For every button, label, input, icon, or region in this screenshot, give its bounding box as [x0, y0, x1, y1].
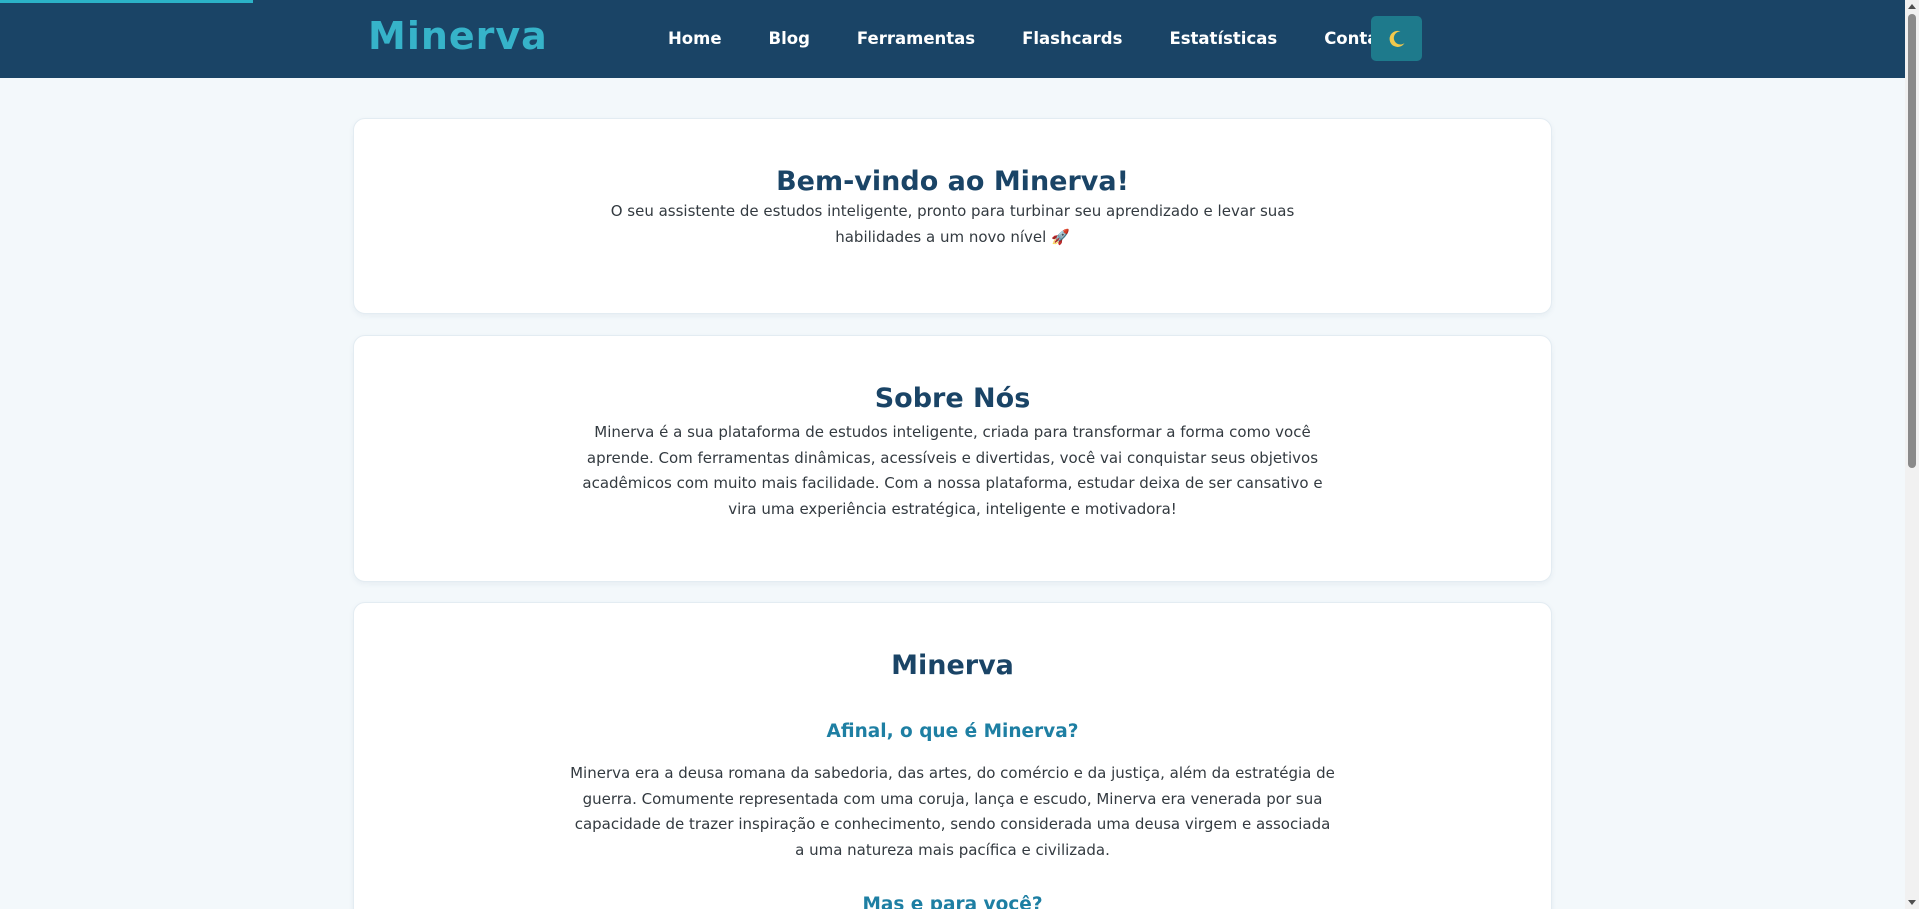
- about-text: Minerva é a sua plataforma de estudos in…: [582, 423, 1323, 518]
- welcome-text: O seu assistente de estudos inteligente,…: [610, 202, 1295, 246]
- minerva-card: Minerva Afinal, o que é Minerva? Minerva…: [353, 602, 1552, 909]
- minerva-title: Minerva: [891, 650, 1014, 681]
- minerva-answer-1: Minerva era a deusa romana da sabedoria,…: [570, 764, 1335, 859]
- scroll-thumb[interactable]: [1908, 14, 1916, 468]
- nav-link-home[interactable]: Home: [668, 29, 722, 48]
- vertical-scrollbar[interactable]: [1905, 0, 1919, 909]
- about-title: Sobre Nós: [874, 383, 1031, 414]
- nav-link-ferramentas[interactable]: Ferramentas: [857, 29, 975, 48]
- nav-link-blog[interactable]: Blog: [769, 29, 810, 48]
- about-card: Sobre Nós Minerva é a sua plataforma de …: [353, 335, 1552, 582]
- page: Minerva Home Blog Ferramentas Flashcards…: [0, 0, 1919, 909]
- minerva-question-1: Afinal, o que é Minerva?: [826, 721, 1079, 742]
- theme-toggle-button[interactable]: [1371, 16, 1422, 61]
- main-nav: Home Blog Ferramentas Flashcards Estatís…: [668, 29, 1407, 48]
- minerva-question-2: Mas e para você?: [862, 894, 1043, 909]
- moon-icon: [1389, 30, 1404, 47]
- nav-link-estatisticas[interactable]: Estatísticas: [1169, 29, 1277, 48]
- top-navigation-bar: Minerva Home Blog Ferramentas Flashcards…: [0, 0, 1905, 78]
- brand-logo[interactable]: Minerva: [368, 14, 548, 58]
- scroll-progress-bar: [0, 0, 253, 3]
- welcome-title: Bem-vindo ao Minerva!: [776, 166, 1129, 197]
- scroll-up-arrow-icon[interactable]: [1908, 4, 1916, 9]
- welcome-card: Bem-vindo ao Minerva! O seu assistente d…: [353, 118, 1552, 314]
- scroll-down-arrow-icon[interactable]: [1908, 900, 1916, 905]
- nav-link-flashcards[interactable]: Flashcards: [1022, 29, 1122, 48]
